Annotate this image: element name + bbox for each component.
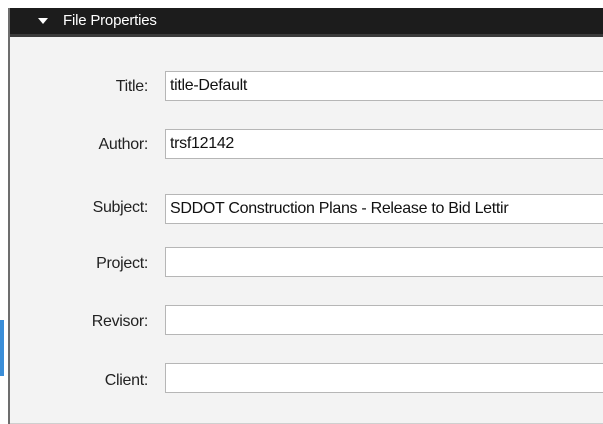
triangle-down-icon[interactable] [38, 18, 48, 24]
window-edge-accent [0, 320, 4, 376]
revisor-input[interactable] [165, 305, 603, 335]
title-label: Title: [115, 78, 149, 95]
client-input[interactable] [165, 363, 603, 393]
subject-label: Subject: [92, 199, 149, 216]
title-input[interactable]: title-Default [165, 71, 603, 101]
project-input[interactable] [165, 247, 603, 277]
panel-header[interactable]: File Properties [10, 8, 603, 37]
revisor-label: Revisor: [91, 313, 149, 330]
project-label: Project: [96, 255, 148, 272]
panel-title: File Properties [63, 12, 157, 29]
subject-input[interactable]: SDDOT Construction Plans - Release to Bi… [165, 194, 603, 224]
file-properties-panel: File Properties Title: title-Default Aut… [8, 8, 603, 424]
author-input[interactable]: trsf12142 [165, 129, 603, 159]
author-label: Author: [98, 136, 149, 153]
client-label: Client: [104, 372, 149, 389]
